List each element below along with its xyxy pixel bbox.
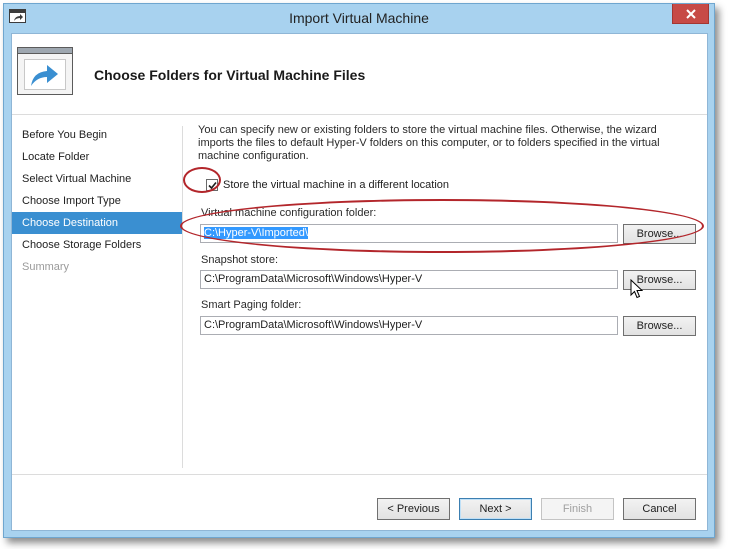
nav-item-locate-folder[interactable]: Locate Folder bbox=[12, 146, 182, 168]
nav-item-choose-destination[interactable]: Choose Destination bbox=[12, 212, 182, 234]
smart-paging-browse-button[interactable]: Browse... bbox=[623, 316, 696, 336]
nav-item-summary: Summary bbox=[22, 261, 70, 273]
wizard-content: You can specify new or existing folders … bbox=[198, 124, 698, 336]
store-location-checkbox-row[interactable]: Store the virtual machine in a different… bbox=[206, 179, 449, 191]
import-arrow-icon bbox=[17, 47, 73, 95]
nav-item-choose-storage-folders[interactable]: Choose Storage Folders bbox=[12, 234, 182, 256]
cancel-button[interactable]: Cancel bbox=[623, 498, 696, 520]
mouse-pointer-icon bbox=[630, 279, 643, 299]
smart-paging-value: C:\ProgramData\Microsoft\Windows\Hyper-V bbox=[204, 319, 423, 331]
nav-item-before-you-begin[interactable]: Before You Begin bbox=[12, 124, 182, 146]
page-title: Choose Folders for Virtual Machine Files bbox=[94, 67, 366, 83]
next-button[interactable]: Next > bbox=[459, 498, 532, 520]
window-title: Import Virtual Machine bbox=[289, 10, 429, 26]
checkbox-highlight-circle bbox=[183, 167, 221, 193]
smart-paging-input[interactable]: C:\ProgramData\Microsoft\Windows\Hyper-V bbox=[200, 316, 618, 335]
wizard-steps-nav: Before You Begin Locate Folder Select Vi… bbox=[12, 124, 182, 278]
description-text: You can specify new or existing folders … bbox=[198, 124, 660, 162]
footer-divider bbox=[12, 474, 707, 475]
snapshot-store-value: C:\ProgramData\Microsoft\Windows\Hyper-V bbox=[204, 273, 423, 285]
wizard-client-area: Choose Folders for Virtual Machine Files… bbox=[11, 33, 708, 531]
close-icon bbox=[685, 8, 696, 19]
snapshot-store-label: Snapshot store: bbox=[201, 254, 279, 266]
config-folder-highlight-ellipse bbox=[180, 199, 704, 253]
nav-item-select-virtual-machine[interactable]: Select Virtual Machine bbox=[12, 168, 182, 190]
nav-item-choose-import-type[interactable]: Choose Import Type bbox=[12, 190, 182, 212]
snapshot-store-input[interactable]: C:\ProgramData\Microsoft\Windows\Hyper-V bbox=[200, 270, 618, 289]
previous-button[interactable]: < Previous bbox=[377, 498, 450, 520]
close-button[interactable] bbox=[672, 4, 709, 24]
title-bar[interactable]: Import Virtual Machine bbox=[4, 4, 714, 31]
finish-button: Finish bbox=[541, 498, 614, 520]
wizard-header: Choose Folders for Virtual Machine Files bbox=[12, 34, 707, 114]
header-divider bbox=[12, 114, 707, 115]
smart-paging-label: Smart Paging folder: bbox=[201, 299, 302, 311]
store-location-label: Store the virtual machine in a different… bbox=[223, 179, 450, 191]
import-vm-window: Import Virtual Machine Choose Folders fo… bbox=[3, 3, 715, 538]
